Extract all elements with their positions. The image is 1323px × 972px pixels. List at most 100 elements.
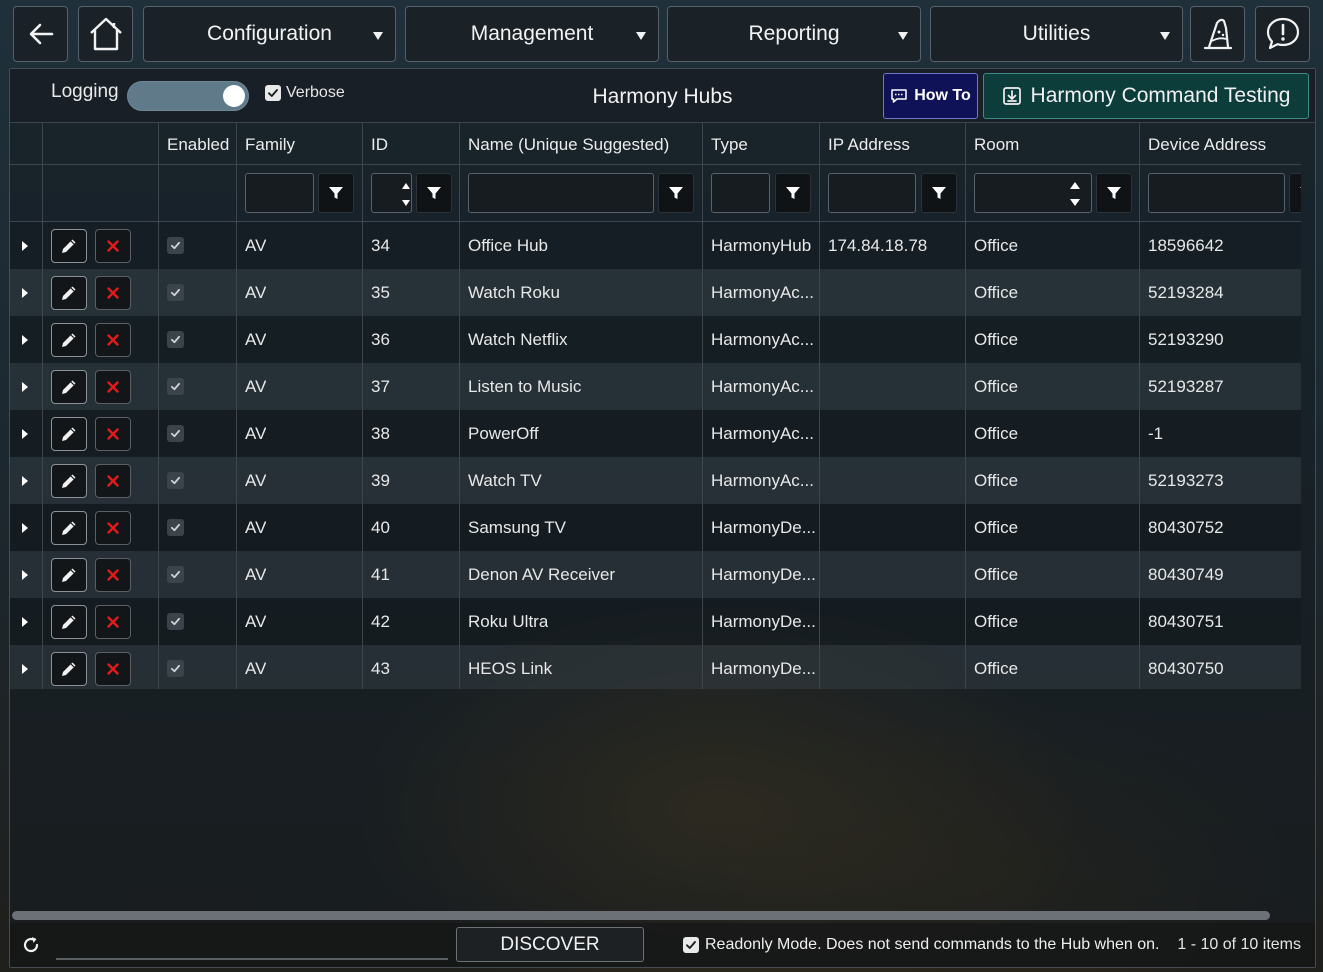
edit-button[interactable] (51, 370, 87, 404)
edit-button[interactable] (51, 558, 87, 592)
edit-button[interactable] (51, 417, 87, 451)
header-id[interactable]: ID (362, 123, 459, 164)
alerts-button[interactable] (1255, 6, 1310, 62)
expand-cell[interactable] (10, 504, 42, 551)
horizontal-scrollbar[interactable] (12, 911, 1270, 920)
room-filter-input[interactable] (974, 173, 1092, 213)
enabled-checkbox[interactable] (167, 284, 184, 301)
edit-button[interactable] (51, 229, 87, 263)
expand-cell[interactable] (10, 551, 42, 598)
numeric-spinner[interactable] (1061, 177, 1089, 211)
delete-button[interactable] (95, 417, 131, 451)
ip-filter-input[interactable] (828, 173, 916, 213)
enabled-checkbox[interactable] (167, 660, 184, 677)
device-address-filter-input[interactable] (1148, 173, 1285, 213)
family-filter-button[interactable] (318, 173, 354, 213)
header-type[interactable]: Type (702, 123, 819, 164)
reporting-menu[interactable]: Reporting (667, 6, 921, 62)
header-enabled[interactable]: Enabled (158, 123, 236, 164)
delete-button[interactable] (95, 229, 131, 263)
header-room[interactable]: Room (965, 123, 1139, 164)
expand-row-icon[interactable] (22, 616, 28, 627)
edit-button[interactable] (51, 511, 87, 545)
id-filter-button[interactable] (416, 173, 452, 213)
how-to-button[interactable]: How To (883, 73, 978, 119)
expand-row-icon[interactable] (22, 522, 28, 533)
table-row[interactable]: AV 43 HEOS Link HarmonyDe... Office 80430750 (10, 645, 1301, 689)
expand-cell[interactable] (10, 410, 42, 457)
delete-button[interactable] (95, 276, 131, 310)
discover-button[interactable]: DISCOVER (456, 927, 644, 962)
refresh-icon[interactable] (21, 935, 41, 955)
expand-row-icon[interactable] (22, 240, 28, 251)
wizard-button[interactable] (1190, 6, 1245, 62)
expand-cell[interactable] (10, 222, 42, 269)
expand-row-icon[interactable] (22, 663, 28, 674)
expand-cell[interactable] (10, 645, 42, 689)
readonly-mode-checkbox[interactable]: Readonly Mode. Does not send commands to… (683, 936, 1160, 954)
management-menu[interactable]: Management (405, 6, 659, 62)
configuration-menu[interactable]: Configuration (143, 6, 396, 62)
delete-button[interactable] (95, 370, 131, 404)
edit-button[interactable] (51, 276, 87, 310)
expand-row-icon[interactable] (22, 287, 28, 298)
expand-row-icon[interactable] (22, 381, 28, 392)
home-button[interactable] (78, 6, 133, 62)
expand-cell[interactable] (10, 269, 42, 316)
delete-button[interactable] (95, 605, 131, 639)
enabled-checkbox[interactable] (167, 378, 184, 395)
edit-button[interactable] (51, 464, 87, 498)
table-row[interactable]: AV 39 Watch TV HarmonyAc... Office 52193273 (10, 457, 1301, 504)
enabled-checkbox[interactable] (167, 425, 184, 442)
header-device-address[interactable]: Device Address (1139, 123, 1301, 164)
table-row[interactable]: AV 42 Roku Ultra HarmonyDe... Office 80430751 (10, 598, 1301, 645)
ip-filter-button[interactable] (921, 173, 957, 213)
enabled-checkbox[interactable] (167, 566, 184, 583)
harmony-command-testing-button[interactable]: Harmony Command Testing (983, 73, 1309, 119)
enabled-checkbox[interactable] (167, 519, 184, 536)
header-family[interactable]: Family (236, 123, 362, 164)
delete-button[interactable] (95, 511, 131, 545)
table-row[interactable]: AV 36 Watch Netflix HarmonyAc... Office 52193… (10, 316, 1301, 363)
enabled-checkbox[interactable] (167, 331, 184, 348)
delete-button[interactable] (95, 464, 131, 498)
enabled-checkbox[interactable] (167, 237, 184, 254)
type-filter-button[interactable] (775, 173, 811, 213)
table-row[interactable]: AV 38 PowerOff HarmonyAc... Office -1 (10, 410, 1301, 457)
name-filter-input[interactable] (468, 173, 654, 213)
delete-button[interactable] (95, 652, 131, 686)
table-row[interactable]: AV 41 Denon AV Receiver HarmonyDe... Office 8… (10, 551, 1301, 598)
edit-button[interactable] (51, 323, 87, 357)
device-address-filter-button[interactable] (1289, 173, 1301, 213)
header-name[interactable]: Name (Unique Suggested) (459, 123, 702, 164)
expand-row-icon[interactable] (22, 428, 28, 439)
expand-row-icon[interactable] (22, 569, 28, 580)
id-filter-input[interactable] (371, 173, 412, 213)
expand-row-icon[interactable] (22, 475, 28, 486)
table-row[interactable]: AV 35 Watch Roku HarmonyAc... Office 52193284 (10, 269, 1301, 316)
verbose-checkbox[interactable]: Verbose (265, 84, 345, 102)
numeric-spinner[interactable] (401, 177, 411, 211)
expand-cell[interactable] (10, 316, 42, 363)
utilities-menu[interactable]: Utilities (930, 6, 1183, 62)
enabled-checkbox[interactable] (167, 472, 184, 489)
enabled-checkbox[interactable] (167, 613, 184, 630)
delete-button[interactable] (95, 558, 131, 592)
edit-button[interactable] (51, 605, 87, 639)
delete-button[interactable] (95, 323, 131, 357)
name-filter-button[interactable] (658, 173, 694, 213)
expand-cell[interactable] (10, 363, 42, 410)
table-row[interactable]: AV 34 Office Hub HarmonyHub 174.84.18.78 Offi… (10, 222, 1301, 269)
table-row[interactable]: AV 40 Samsung TV HarmonyDe... Office 80430752 (10, 504, 1301, 551)
table-row[interactable]: AV 37 Listen to Music HarmonyAc... Office 521… (10, 363, 1301, 410)
edit-button[interactable] (51, 652, 87, 686)
room-filter-button[interactable] (1096, 173, 1132, 213)
expand-row-icon[interactable] (22, 334, 28, 345)
family-filter-input[interactable] (245, 173, 314, 213)
type-filter-input[interactable] (711, 173, 770, 213)
back-button[interactable] (13, 6, 68, 62)
expand-cell[interactable] (10, 457, 42, 504)
header-ip-address[interactable]: IP Address (819, 123, 965, 164)
expand-cell[interactable] (10, 598, 42, 645)
logging-toggle[interactable] (127, 81, 249, 111)
